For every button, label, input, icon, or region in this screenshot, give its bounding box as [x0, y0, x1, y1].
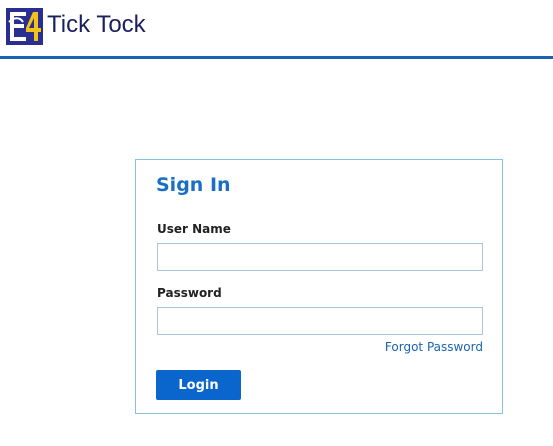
login-button[interactable]: Login: [156, 370, 241, 400]
app-header: Tick Tock: [0, 0, 553, 59]
username-input[interactable]: [157, 243, 483, 271]
username-label: User Name: [157, 222, 231, 236]
app-brand-name: Tick Tock: [47, 11, 146, 38]
password-input[interactable]: [157, 307, 483, 335]
forgot-password-link[interactable]: Forgot Password: [385, 340, 483, 354]
e4-logo-icon: [6, 8, 43, 45]
sign-in-title: Sign In: [156, 174, 231, 196]
password-label: Password: [157, 286, 222, 300]
sign-in-card: Sign In User Name Password Forgot Passwo…: [135, 159, 503, 414]
